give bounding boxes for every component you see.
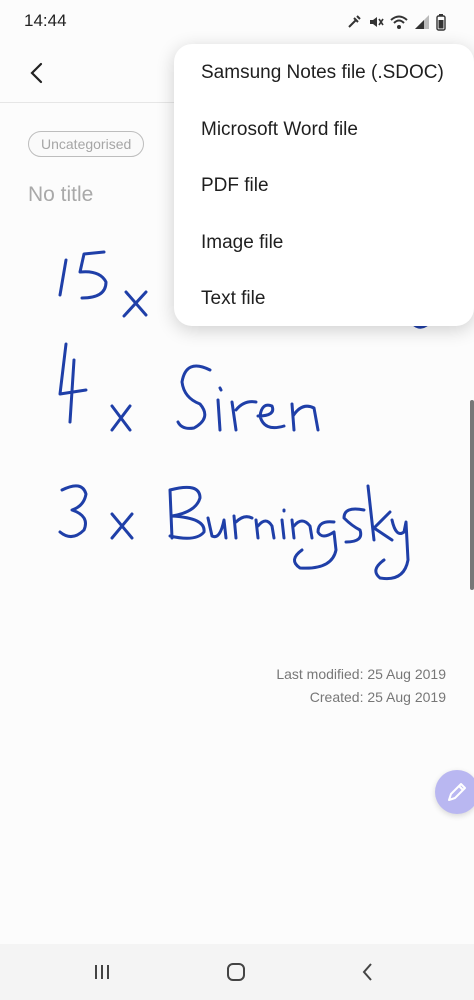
ink-stroke: [58, 342, 88, 424]
menu-item-text[interactable]: Text file: [201, 288, 265, 310]
ink-stroke: [58, 484, 88, 538]
ink-stroke: [280, 508, 286, 540]
ink-stroke: [206, 516, 228, 540]
ink-stroke: [232, 514, 254, 540]
scrollbar[interactable]: [470, 400, 474, 590]
status-bar: 14:44: [0, 0, 474, 44]
ink-stroke: [342, 507, 366, 544]
menu-item-pdf[interactable]: PDF file: [201, 175, 269, 197]
menu-item-sdoc[interactable]: Samsung Notes file (.SDOC): [201, 62, 444, 84]
nav-back-button[interactable]: [356, 960, 380, 984]
ink-stroke: [254, 518, 276, 540]
menu-item-word[interactable]: Microsoft Word file: [201, 119, 358, 141]
ink-stroke: [290, 518, 314, 540]
ink-stroke: [293, 520, 338, 570]
battery-icon: [436, 13, 446, 31]
category-chip[interactable]: Uncategorised: [28, 131, 145, 157]
status-icons: [346, 12, 446, 32]
recent-apps-button[interactable]: [90, 960, 114, 984]
signal-icon: [415, 15, 429, 29]
ink-stroke: [122, 290, 148, 318]
menu-item-image[interactable]: Image file: [201, 232, 283, 254]
ink-stroke: [110, 512, 134, 540]
home-button[interactable]: [224, 960, 248, 984]
home-icon: [227, 963, 245, 981]
pen-icon: [448, 783, 466, 801]
ink-stroke: [256, 403, 286, 430]
recent-apps-icon: [95, 965, 109, 979]
created-date: Created: 25 Aug 2019: [309, 689, 446, 705]
back-button[interactable]: [22, 58, 52, 88]
back-icon: [362, 963, 372, 981]
navigation-bar: [0, 944, 474, 1000]
edit-button[interactable]: [435, 770, 474, 814]
wifi-icon: [390, 15, 408, 29]
ink-stroke: [374, 518, 410, 581]
nfc-icon: [348, 15, 361, 28]
ink-stroke: [290, 402, 320, 432]
ink-stroke: [366, 484, 394, 542]
ink-stroke: [230, 400, 258, 432]
status-time: 14:44: [24, 11, 67, 30]
ink-stroke: [58, 258, 68, 297]
ink-stroke: [216, 386, 223, 432]
ink-stroke: [110, 404, 132, 432]
ink-stroke: [78, 250, 108, 300]
mute-icon: [370, 17, 384, 27]
note-title[interactable]: No title: [28, 183, 93, 207]
chevron-left-icon: [30, 62, 43, 84]
ink-stroke: [176, 364, 212, 430]
last-modified-date: Last modified: 25 Aug 2019: [276, 666, 446, 682]
save-as-menu: Samsung Notes file (.SDOC) Microsoft Wor…: [174, 44, 474, 326]
ink-stroke: [168, 485, 206, 540]
